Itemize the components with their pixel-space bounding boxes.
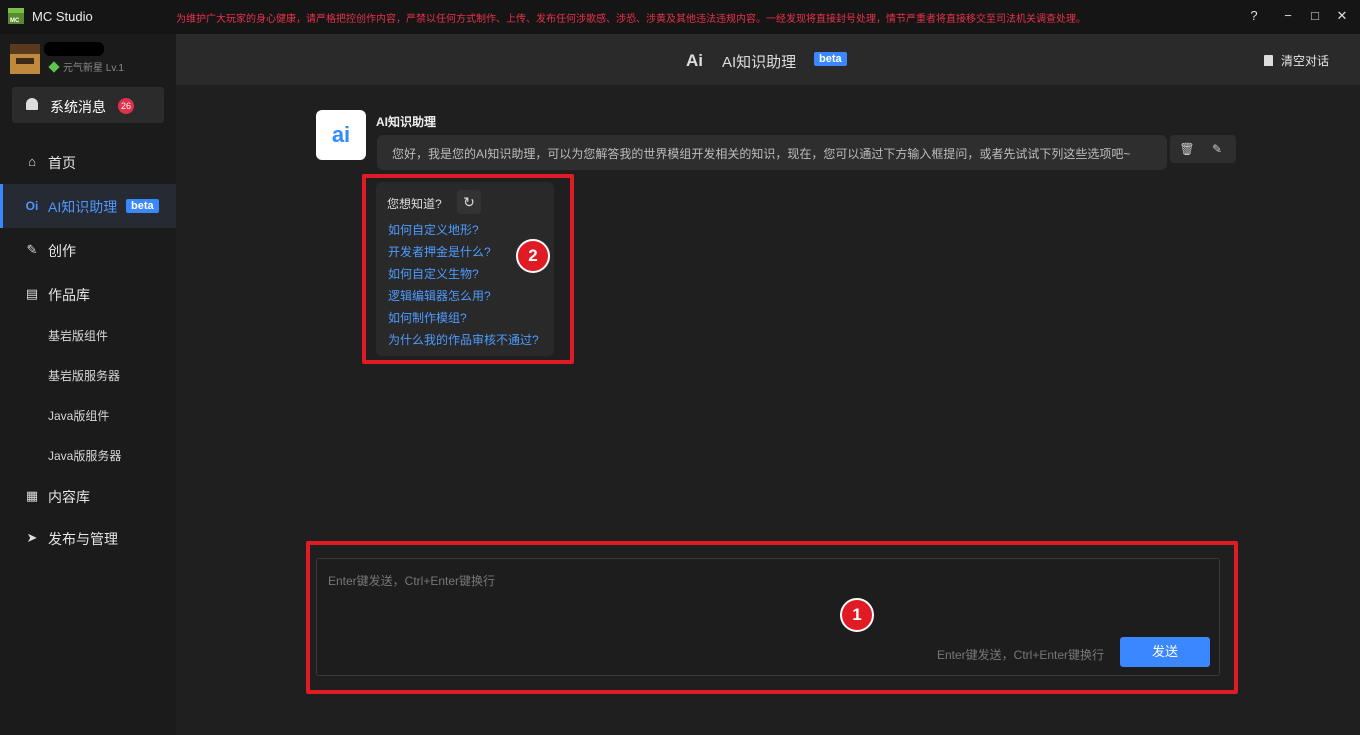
user-name-redacted — [44, 42, 104, 56]
annotation-number-1: 1 — [840, 598, 874, 632]
sidebar-item-label: 创作 — [48, 243, 76, 259]
sidebar-item-label: 内容库 — [48, 489, 90, 505]
paper-plane-icon: ➤ — [26, 530, 38, 545]
app-title: MC Studio — [32, 9, 93, 24]
trash-icon[interactable]: 🗑 — [1179, 141, 1195, 157]
beta-badge: beta — [814, 52, 847, 66]
beta-badge: beta — [126, 199, 159, 213]
sidebar-item-label: AI知识助理 — [48, 199, 118, 215]
sidebar-item-home[interactable]: ⌂ 首页 — [0, 140, 176, 184]
annotation-box-input — [306, 541, 1238, 694]
app-logo-icon: MC — [8, 8, 24, 24]
clear-conversation-button[interactable]: 清空对话 — [1264, 52, 1329, 69]
maximize-button[interactable]: □ — [1303, 6, 1327, 26]
grid-icon: ▦ — [25, 488, 39, 503]
edit-icon[interactable]: ✎ — [1209, 141, 1225, 157]
ai-icon: Oi — [25, 199, 39, 213]
home-icon: ⌂ — [28, 154, 36, 169]
bell-icon — [26, 98, 38, 110]
close-button[interactable]: ✕ — [1330, 6, 1354, 26]
minimize-button[interactable]: − — [1276, 6, 1300, 26]
bot-avatar: ai — [316, 110, 366, 160]
sidebar-item-ai-assistant[interactable]: Oi AI知识助理 beta — [0, 184, 176, 228]
message-actions: 🗑 ✎ — [1170, 135, 1236, 163]
diamond-icon — [48, 61, 60, 73]
sidebar-item-publish[interactable]: ➤ 发布与管理 — [0, 516, 176, 560]
pencil-icon: ✎ — [26, 242, 38, 257]
sidebar-subitem-java-server[interactable]: Java版服务器 — [48, 447, 121, 464]
user-level: 元气新星 Lv.1 — [48, 59, 124, 74]
clear-conversation-label: 清空对话 — [1281, 54, 1330, 68]
bot-name: AI知识助理 — [376, 115, 437, 129]
ai-logo-icon: Ai — [686, 51, 703, 70]
sidebar-subitem-bedrock-addon[interactable]: 基岩版组件 — [48, 327, 108, 344]
sidebar-item-label: 作品库 — [48, 287, 90, 303]
help-icon[interactable]: ? — [1242, 6, 1266, 26]
sidebar: 元气新星 Lv.1 系统消息 26 ⌂ 首页 Oi AI知识助理 beta ✎ … — [0, 34, 176, 735]
library-icon: ▤ — [25, 286, 39, 301]
user-level-label: 元气新星 Lv.1 — [63, 63, 124, 74]
annotation-number-2: 2 — [516, 239, 550, 273]
sidebar-subitem-java-addon[interactable]: Java版组件 — [48, 407, 109, 424]
system-messages-label: 系统消息 — [50, 99, 106, 115]
sidebar-item-label: 首页 — [48, 155, 76, 171]
sidebar-subitem-bedrock-server[interactable]: 基岩版服务器 — [48, 367, 120, 384]
sidebar-item-create[interactable]: ✎ 创作 — [0, 228, 176, 272]
broom-icon — [1264, 55, 1273, 66]
page-title: AI知识助理 — [722, 54, 797, 71]
bot-message: 您好，我是您的AI知识助理，可以为您解答我的世界模组开发相关的知识，现在，您可以… — [377, 135, 1167, 170]
page-header: Ai AI知识助理 beta 清空对话 — [176, 34, 1360, 85]
sidebar-item-label: 发布与管理 — [48, 531, 118, 547]
sidebar-item-content-library[interactable]: ▦ 内容库 — [0, 474, 176, 518]
content-warning: 为维护广大玩家的身心健康，请严格把控创作内容，严禁以任何方式制作、上传、发布任何… — [176, 14, 1086, 25]
sidebar-item-library[interactable]: ▤ 作品库 — [0, 272, 176, 316]
title-bar: MC MC Studio 为维护广大玩家的身心健康，请严格把控创作内容，严禁以任… — [0, 0, 1360, 34]
system-messages-button[interactable]: 系统消息 26 — [12, 87, 164, 123]
message-count-badge: 26 — [118, 98, 134, 114]
avatar[interactable] — [10, 44, 40, 74]
